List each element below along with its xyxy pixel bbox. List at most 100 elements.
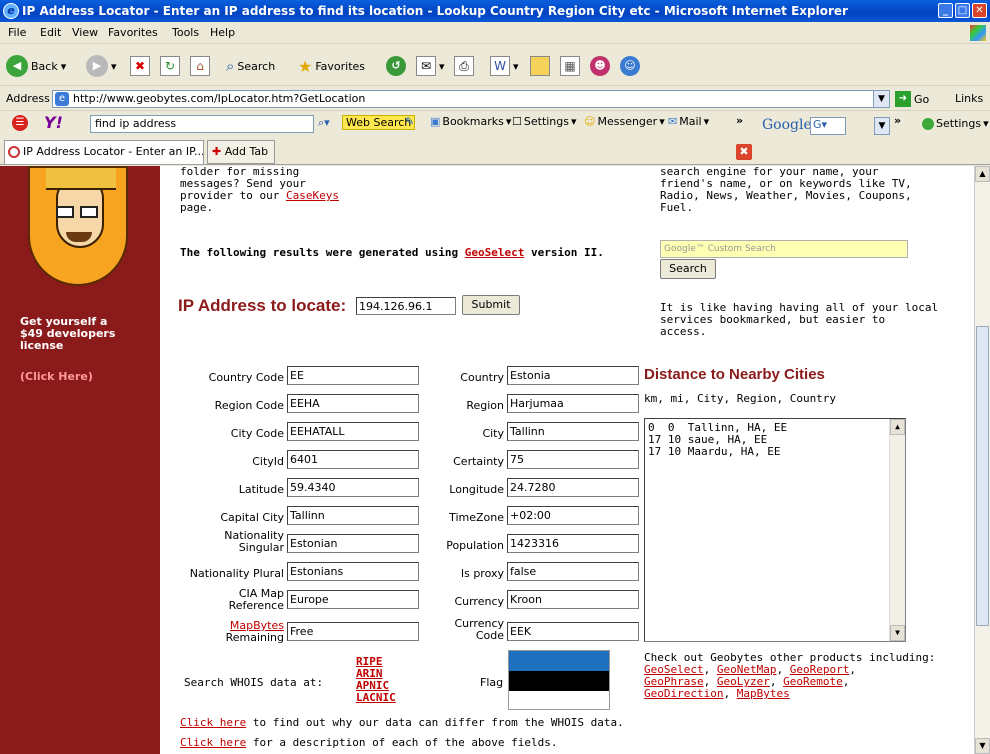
back-button[interactable]: ◀ Back ▾ <box>6 54 66 78</box>
country-code-field[interactable]: EE <box>287 366 419 385</box>
page-scrollbar[interactable]: ▲ ▼ <box>974 166 990 754</box>
longitude-field[interactable]: 24.7280 <box>507 478 639 497</box>
menu-tools[interactable]: Tools <box>172 26 199 39</box>
menu-favorites[interactable]: Favorites <box>108 26 158 39</box>
lacnic-link[interactable]: LACNIC <box>356 692 396 704</box>
country-field[interactable]: Estonia <box>507 366 639 385</box>
region-field[interactable]: Harjumaa <box>507 394 639 413</box>
geoselect-link[interactable]: GeoSelect <box>465 246 525 259</box>
messenger-toolbar-button[interactable]: ☻ <box>590 54 610 78</box>
ie-logo-icon: e <box>3 3 19 19</box>
google-custom-search-input[interactable]: Google™ Custom Search <box>660 240 908 258</box>
cia-map-field[interactable]: Europe <box>287 590 419 609</box>
title-bar[interactable]: e IP Address Locator - Enter an IP addre… <box>0 0 990 22</box>
flag-stripe-black <box>509 671 609 691</box>
region-code-field[interactable]: EEHA <box>287 394 419 413</box>
currency-code-field[interactable]: EEK <box>507 622 639 641</box>
google-dropdown-icon[interactable]: ▼ <box>874 117 890 135</box>
menu-edit[interactable]: Edit <box>40 26 61 39</box>
field-description-link[interactable]: Click here <box>180 736 246 749</box>
yahoo-toolbar: ☰ Y! find ip address ⌕▾ Web Search ✎ ▣ Bo… <box>0 111 990 137</box>
yahoo-menu-icon[interactable]: ☰ <box>12 115 28 131</box>
mapbytes-product-link[interactable]: MapBytes <box>737 687 790 700</box>
textarea-scrollbar[interactable]: ▲ ▼ <box>889 419 905 641</box>
why-data-differs-link[interactable]: Click here <box>180 716 246 729</box>
google-search-dropdown[interactable]: G▾ <box>810 117 846 135</box>
menu-file[interactable]: File <box>8 26 26 39</box>
refresh-button[interactable]: ↻ <box>160 54 180 78</box>
google-search-button[interactable]: Search <box>660 259 716 279</box>
ip-address-input[interactable]: 194.126.96.1 <box>356 297 456 315</box>
msn-button[interactable]: ☺ <box>620 54 640 78</box>
casekeys-note: folder for missing messages? Send your p… <box>180 166 339 214</box>
settings-button[interactable]: ☐ Settings ▾ <box>512 115 577 128</box>
messenger-icon: ☻ <box>590 56 610 76</box>
timezone-field[interactable]: +02:00 <box>507 506 639 525</box>
tab-ip-locator[interactable]: IP Address Locator - Enter an IP... <box>4 140 204 164</box>
city-id-label: CityId <box>252 455 284 468</box>
bookmarks-button[interactable]: ▣ Bookmarks ▾ <box>430 115 511 128</box>
close-button[interactable]: ✕ <box>972 3 987 18</box>
license-link[interactable]: (Click Here) <box>20 370 93 383</box>
more-chevron-icon[interactable]: » <box>894 114 901 127</box>
links-label[interactable]: Links <box>955 92 983 105</box>
address-input[interactable]: e http://www.geobytes.com/IpLocator.htm?… <box>52 90 890 108</box>
mail-button[interactable]: ✉ Mail ▾ <box>668 115 709 128</box>
geodirection-link[interactable]: GeoDirection <box>644 687 723 700</box>
history-button[interactable]: ↺ <box>386 54 406 78</box>
country-label: Country <box>460 371 504 384</box>
forward-button[interactable]: ▶ ▾ <box>86 54 117 78</box>
submit-button[interactable]: Submit <box>462 295 520 315</box>
search-icon[interactable]: ⌕▾ <box>318 116 330 130</box>
yahoo-logo-icon[interactable]: Y! <box>44 113 63 132</box>
more-chevron-icon[interactable]: » <box>736 114 743 127</box>
minimize-button[interactable]: _ <box>938 3 953 18</box>
yahoo-search-input[interactable]: find ip address <box>90 115 314 133</box>
population-field[interactable]: 1423316 <box>507 534 639 553</box>
mapbytes-remaining-field[interactable]: Free <box>287 622 419 641</box>
checkbox-icon: ☐ <box>512 115 522 128</box>
discuss-button[interactable] <box>530 54 550 78</box>
scroll-up-icon[interactable]: ▲ <box>975 166 990 182</box>
research-button[interactable]: ▦ <box>560 54 580 78</box>
currency-field[interactable]: Kroon <box>507 590 639 609</box>
research-icon: ▦ <box>560 56 580 76</box>
scroll-down-icon[interactable]: ▼ <box>975 738 990 754</box>
city-code-field[interactable]: EEHATALL <box>287 422 419 441</box>
city-id-field[interactable]: 6401 <box>287 450 419 469</box>
go-button[interactable]: ➜ Go <box>895 91 929 107</box>
print-button[interactable]: ⎙ <box>454 54 474 78</box>
printer-icon: ⎙ <box>454 56 474 76</box>
forward-arrow-icon: ▶ <box>86 55 108 77</box>
home-button[interactable]: ⌂ <box>190 54 210 78</box>
latitude-field[interactable]: 59.4340 <box>287 478 419 497</box>
is-proxy-field[interactable]: false <box>507 562 639 581</box>
georemote-link[interactable]: GeoRemote <box>783 675 843 688</box>
search-button[interactable]: ⌕ Search <box>226 54 275 78</box>
pencil-icon[interactable]: ✎ <box>405 115 414 128</box>
capital-city-label: Capital City <box>220 511 284 524</box>
city-field[interactable]: Tallinn <box>507 422 639 441</box>
maximize-button[interactable]: □ <box>955 3 970 18</box>
nationality-plural-field[interactable]: Estonians <box>287 562 419 581</box>
menu-view[interactable]: View <box>72 26 98 39</box>
favorites-button[interactable]: ★ Favorites <box>298 54 365 78</box>
close-tab-icon[interactable]: ✖ <box>736 144 752 160</box>
menu-help[interactable]: Help <box>210 26 235 39</box>
add-tab-button[interactable]: ✚ Add Tab <box>207 140 275 164</box>
distance-textarea[interactable]: 0 0 Tallinn, HA, EE 17 10 saue, HA, EE 1… <box>644 418 906 642</box>
nationality-singular-field[interactable]: Estonian <box>287 534 419 553</box>
messenger-button[interactable]: ☺ Messenger ▾ <box>584 115 665 128</box>
casekeys-link[interactable]: CaseKeys <box>286 189 339 202</box>
flag-stripe-blue <box>509 651 609 671</box>
edit-button[interactable]: W ▾ <box>490 54 519 78</box>
stop-button[interactable]: ✖ <box>130 54 150 78</box>
latitude-label: Latitude <box>238 483 284 496</box>
mail-button[interactable]: ✉ ▾ <box>416 54 445 78</box>
flag-label: Flag <box>480 676 504 689</box>
certainty-field[interactable]: 75 <box>507 450 639 469</box>
scroll-thumb[interactable] <box>976 326 989 626</box>
google-settings-button[interactable]: Settings ▾ <box>922 117 989 130</box>
address-dropdown-icon[interactable]: ▼ <box>873 91 889 107</box>
capital-city-field[interactable]: Tallinn <box>287 506 419 525</box>
